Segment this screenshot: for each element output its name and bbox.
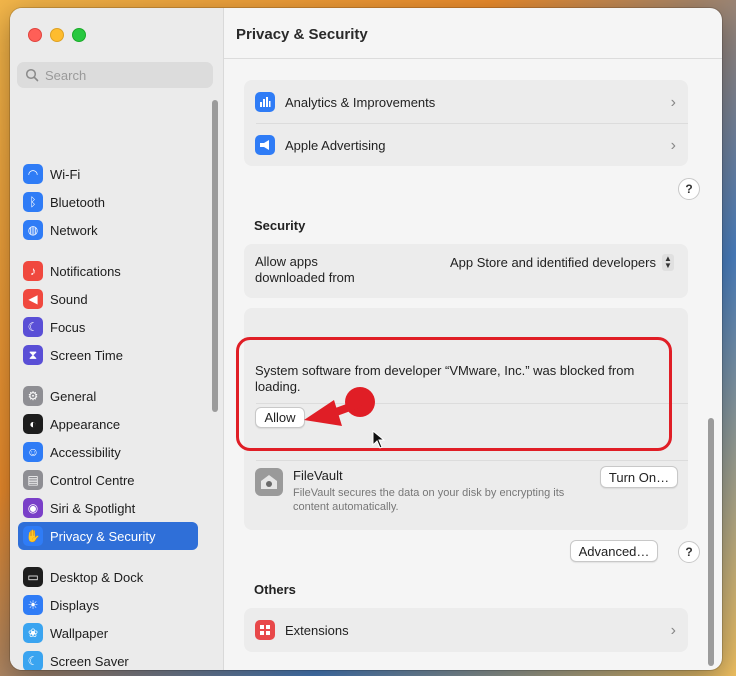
advertising-label: Apple Advertising [285, 137, 386, 153]
wallpaper-icon: ❀ [23, 623, 43, 643]
sidebar-item-label: Displays [50, 597, 100, 613]
sidebar-item-label: Bluetooth [50, 194, 105, 210]
sidebar-item-bluetooth[interactable]: ᛒ Bluetooth [18, 188, 198, 216]
traffic-lights [28, 28, 86, 42]
sidebar-item-label: Privacy & Security [50, 528, 156, 544]
red-arrow-annotation [304, 387, 375, 426]
wifi-icon: ◠ [23, 164, 43, 184]
search-input[interactable] [43, 66, 207, 84]
sidebar-item-label: Wi-Fi [50, 166, 81, 182]
hourglass-icon: ⧗ [23, 345, 43, 365]
allow-apps-popup[interactable]: App Store and identified developers ▲ ▼ [450, 254, 674, 271]
sidebar-item-label: Focus [50, 319, 86, 335]
chevron-right-icon: › [670, 622, 676, 639]
privacy-card: Analytics & Improvements › Apple Adverti… [244, 80, 688, 166]
extensions-row[interactable]: Extensions › [244, 609, 688, 651]
privacy-help-button[interactable]: ? [678, 178, 700, 200]
sun-icon: ☀ [23, 595, 43, 615]
allow-apps-card: Allow apps downloaded from App Store and… [244, 244, 688, 298]
analytics-label: Analytics & Improvements [285, 94, 436, 110]
sidebar-item-displays[interactable]: ☀ Displays [18, 591, 198, 619]
siri-icon: ◉ [23, 498, 43, 518]
globe-icon: ◍ [23, 220, 43, 240]
bell-icon: ♪ [23, 261, 43, 281]
appearance-icon: ◐ [23, 414, 43, 434]
sidebar-item-screen-time[interactable]: ⧗ Screen Time [18, 341, 198, 369]
sidebar-item-label: Wallpaper [50, 625, 109, 641]
search-icon [25, 68, 39, 82]
sidebar-item-label: Control Centre [50, 472, 135, 488]
hand-icon: ✋ [23, 526, 43, 546]
megaphone-icon [255, 135, 275, 155]
gear-icon: ⚙ [23, 386, 43, 406]
sidebar-item-label: General [50, 388, 97, 404]
sidebar-item-label: Screen Time [50, 347, 123, 363]
row-divider [256, 460, 688, 461]
sidebar-item-label: Siri & Spotlight [50, 500, 136, 516]
filevault-icon [255, 468, 283, 496]
sidebar: ◠ Wi-Fi ᛒ Bluetooth ◍ Network ♪ Notifications ◀ S… [10, 8, 224, 670]
turn-on-button[interactable]: Turn On… [600, 466, 678, 488]
sidebar-item-label: Notifications [50, 263, 121, 279]
sidebar-item-label: Screen Saver [50, 653, 129, 669]
accessibility-icon: ☺ [23, 442, 43, 462]
sidebar-item-appearance[interactable]: ◐ Appearance [18, 410, 198, 438]
minimize-button[interactable] [50, 28, 64, 42]
security-heading: Security [254, 218, 306, 233]
sidebar-item-wi-fi[interactable]: ◠ Wi-Fi [18, 160, 198, 188]
search-field[interactable] [17, 62, 213, 88]
chevron-right-icon: › [670, 94, 676, 111]
sidebar-item-notifications[interactable]: ♪ Notifications [18, 257, 198, 285]
sidebar-item-sound[interactable]: ◀ Sound [18, 285, 198, 313]
sidebar-item-network[interactable]: ◍ Network [18, 216, 198, 244]
advanced-button[interactable]: Advanced… [570, 540, 658, 562]
sidebar-item-label: Network [50, 222, 98, 238]
sidebar-item-control-centre[interactable]: ▤ Control Centre [18, 466, 198, 494]
allow-apps-label: Allow apps downloaded from [255, 254, 355, 285]
chevron-right-icon: › [670, 137, 676, 154]
sidebar-item-general[interactable]: ⚙ General [18, 382, 198, 410]
analytics-icon [255, 92, 275, 112]
mouse-cursor-icon [372, 430, 386, 449]
others-card: Extensions › [244, 608, 688, 652]
sidebar-item-siri-spotlight[interactable]: ◉ Siri & Spotlight [18, 494, 198, 522]
moon-icon: ☾ [23, 317, 43, 337]
advertising-row[interactable]: Apple Advertising › [244, 124, 688, 166]
extensions-label: Extensions [285, 622, 349, 638]
filevault-description: FileVault secures the data on your disk … [293, 487, 565, 513]
bluetooth-icon: ᛒ [23, 192, 43, 212]
others-heading: Others [254, 582, 296, 597]
control-centre-icon: ▤ [23, 470, 43, 490]
close-button[interactable] [28, 28, 42, 42]
sidebar-item-wallpaper[interactable]: ❀ Wallpaper [18, 619, 198, 647]
sidebar-item-desktop-dock[interactable]: ▭ Desktop & Dock [18, 563, 198, 591]
sidebar-item-label: Sound [50, 291, 88, 307]
sidebar-scrollbar[interactable] [212, 100, 218, 412]
zoom-button[interactable] [72, 28, 86, 42]
sidebar-item-privacy-security[interactable]: ✋ Privacy & Security [18, 522, 198, 550]
sidebar-item-label: Accessibility [50, 444, 121, 460]
screensaver-icon: ☾ [23, 651, 43, 670]
sidebar-item-focus[interactable]: ☾ Focus [18, 313, 198, 341]
header-divider [224, 58, 722, 59]
page-title: Privacy & Security [236, 26, 368, 43]
filevault-title: FileVault [293, 468, 343, 483]
sidebar-item-label: Appearance [50, 416, 121, 432]
main-scrollbar[interactable] [708, 418, 714, 666]
analytics-row[interactable]: Analytics & Improvements › [244, 81, 688, 123]
security-help-button[interactable]: ? [678, 541, 700, 563]
puzzle-icon [255, 620, 275, 640]
sidebar-item-label: Desktop & Dock [50, 569, 144, 585]
allow-apps-value: App Store and identified developers [450, 255, 656, 270]
speaker-icon: ◀ [23, 289, 43, 309]
dock-icon: ▭ [23, 567, 43, 587]
updown-chevron-icon: ▲ ▼ [662, 254, 674, 271]
sidebar-item-screen-saver[interactable]: ☾ Screen Saver [18, 647, 198, 670]
sidebar-item-accessibility[interactable]: ☺ Accessibility [18, 438, 198, 466]
